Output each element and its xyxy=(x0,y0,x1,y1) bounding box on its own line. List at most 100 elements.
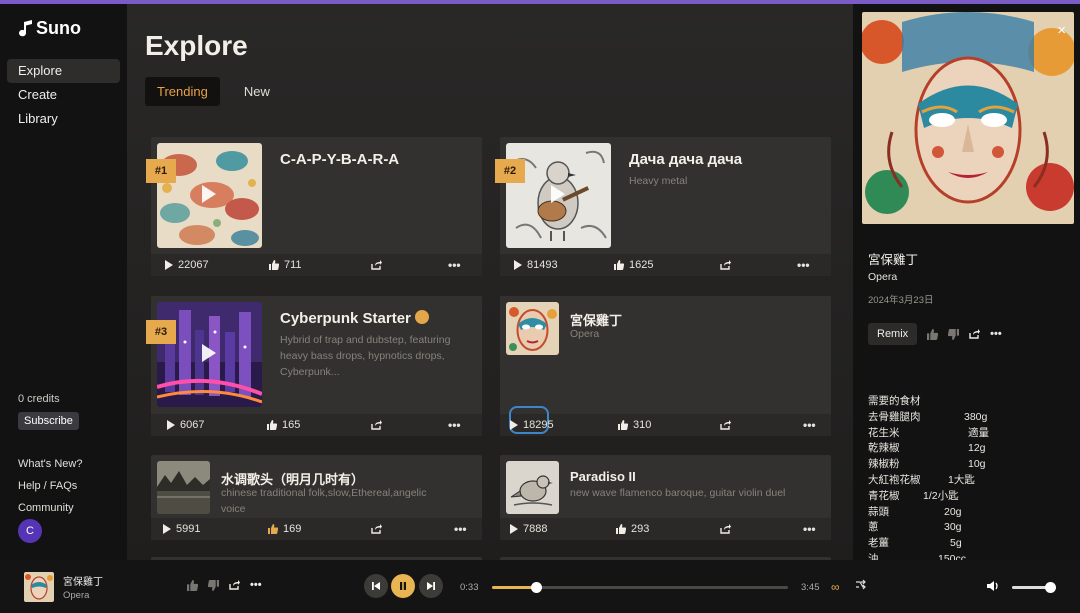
lyric-line: 蔥 30g xyxy=(868,521,962,534)
play-count[interactable]: 6067 xyxy=(167,419,204,431)
play-count[interactable]: 7888 xyxy=(510,523,547,535)
share-button[interactable] xyxy=(720,524,731,534)
share-button[interactable] xyxy=(720,420,731,430)
play-pause-button[interactable] xyxy=(391,574,415,598)
like-count[interactable]: 1625 xyxy=(614,259,653,271)
play-overlay-icon[interactable] xyxy=(202,344,216,362)
cover-art[interactable] xyxy=(157,302,262,407)
thumbs-up-icon xyxy=(618,420,628,430)
skip-forward-icon xyxy=(427,582,435,590)
thumbs-up-icon[interactable] xyxy=(187,579,198,591)
play-count[interactable]: 18295 xyxy=(510,419,554,431)
more-options-button[interactable]: ••• xyxy=(797,258,810,272)
more-options-button[interactable]: ••• xyxy=(448,418,461,432)
cover-art[interactable] xyxy=(157,143,262,248)
tab-trending[interactable]: Trending xyxy=(145,77,220,106)
more-options-button[interactable]: ••• xyxy=(250,579,262,591)
more-options-button[interactable]: ••• xyxy=(448,258,461,272)
verified-badge-icon xyxy=(415,310,430,324)
community-link[interactable]: Community xyxy=(18,499,82,521)
lyric-line: 青花椒 1/2小匙 xyxy=(868,489,959,502)
share-button[interactable] xyxy=(371,420,382,430)
song-title[interactable]: Cyberpunk Starter xyxy=(280,310,430,327)
song-detail-panel: × 宮保雞丁 Opera 2024年3月23日 Remix ••• 需要的食材 … xyxy=(853,4,1080,560)
play-overlay-icon[interactable] xyxy=(551,185,565,203)
song-card[interactable]: Paradiso II new wave flamenco baroque, g… xyxy=(500,455,831,540)
total-time: 3:45 xyxy=(801,582,820,593)
subscribe-button[interactable]: Subscribe xyxy=(18,412,79,430)
skip-back-icon xyxy=(372,582,380,590)
share-button[interactable] xyxy=(371,260,382,270)
now-playing-title[interactable]: 宮保雞丁 xyxy=(63,573,103,588)
more-options-button[interactable]: ••• xyxy=(803,418,816,432)
share-icon xyxy=(720,524,731,534)
play-overlay-icon[interactable] xyxy=(202,185,216,203)
sidebar-item-library[interactable]: Library xyxy=(7,107,120,131)
close-icon[interactable]: × xyxy=(1057,22,1066,39)
whats-new-link[interactable]: What's New? xyxy=(18,455,82,477)
song-card[interactable]: 宮保雞丁 Opera 18295 310 ••• xyxy=(500,296,831,436)
share-button[interactable] xyxy=(371,524,382,534)
card-stats: 5991 169 ••• xyxy=(151,518,482,540)
share-icon[interactable] xyxy=(969,329,981,339)
like-count[interactable]: 169 xyxy=(268,523,301,535)
now-playing-art[interactable] xyxy=(24,572,54,602)
song-title[interactable]: C-A-P-Y-B-A-R-A xyxy=(280,151,399,168)
now-playing-actions: ••• xyxy=(187,579,262,591)
like-count[interactable]: 165 xyxy=(267,419,300,431)
cover-art[interactable] xyxy=(506,143,611,248)
share-icon[interactable] xyxy=(229,580,240,590)
like-count[interactable]: 711 xyxy=(269,259,302,271)
thumbs-down-icon[interactable] xyxy=(208,579,219,591)
thumbs-up-icon[interactable] xyxy=(927,328,939,340)
opera-mask-thumb-art xyxy=(24,572,54,602)
sidebar-item-explore[interactable]: Explore xyxy=(7,59,120,83)
rank-badge: #3 xyxy=(146,320,176,344)
like-count[interactable]: 310 xyxy=(618,419,651,431)
cover-art[interactable] xyxy=(506,302,559,355)
lyric-line: 去骨雞腿肉 380g xyxy=(868,410,988,423)
play-count[interactable]: 22067 xyxy=(165,259,209,271)
loop-icon[interactable]: ∞ xyxy=(831,580,840,594)
sidebar-nav: Explore Create Library xyxy=(7,59,120,131)
thumbs-up-icon xyxy=(616,524,626,534)
cover-art[interactable] xyxy=(506,461,559,514)
previous-button[interactable] xyxy=(364,574,388,598)
next-button[interactable] xyxy=(419,574,443,598)
avatar[interactable]: C xyxy=(18,519,42,543)
song-card[interactable]: 水调歌头（明月几时有） chinese traditional folk,slo… xyxy=(151,455,482,540)
bird-engraving-art xyxy=(506,461,559,514)
volume-icon[interactable] xyxy=(986,580,999,592)
more-options-button[interactable]: ••• xyxy=(803,522,816,536)
progress-bar[interactable] xyxy=(492,582,788,593)
detail-song-title: 宮保雞丁 xyxy=(868,253,919,267)
page-title: Explore xyxy=(145,30,248,61)
play-icon xyxy=(510,420,518,430)
volume-slider[interactable] xyxy=(1012,582,1056,593)
sidebar-item-create[interactable]: Create xyxy=(7,83,120,107)
volume-handle[interactable] xyxy=(1044,582,1056,593)
thumbs-down-icon[interactable] xyxy=(948,328,960,340)
shuffle-icon[interactable] xyxy=(855,579,866,590)
song-card[interactable]: #3 Cyberpunk Starter Hybrid of trap and … xyxy=(146,296,482,436)
song-card[interactable]: #2 Дача дача дача Heavy metal 81493 1625… xyxy=(495,137,831,276)
song-card[interactable]: #1 C-A-P-Y-B-A-R-A 22067 711 ••• xyxy=(146,137,482,276)
tab-new[interactable]: New xyxy=(232,77,282,106)
help-faqs-link[interactable]: Help / FAQs xyxy=(18,477,82,499)
more-options-button[interactable]: ••• xyxy=(454,522,467,536)
song-title[interactable]: Дача дача дача xyxy=(629,151,742,168)
song-description: Hybrid of trap and dubstep, featuring he… xyxy=(280,334,451,378)
play-count[interactable]: 5991 xyxy=(163,523,200,535)
share-button[interactable] xyxy=(720,260,731,270)
remix-button[interactable]: Remix xyxy=(868,323,918,345)
song-title[interactable]: Paradiso II xyxy=(570,469,636,484)
cover-art[interactable] xyxy=(157,461,210,514)
progress-handle[interactable] xyxy=(530,582,542,593)
like-count[interactable]: 293 xyxy=(616,523,649,535)
more-options-button[interactable]: ••• xyxy=(990,328,1002,340)
detail-song-genre: Opera xyxy=(868,271,898,283)
logo-text: Suno xyxy=(36,18,81,38)
detail-cover-art xyxy=(862,12,1074,224)
play-count[interactable]: 81493 xyxy=(514,259,558,271)
suno-logo[interactable]: Suno xyxy=(18,18,81,39)
